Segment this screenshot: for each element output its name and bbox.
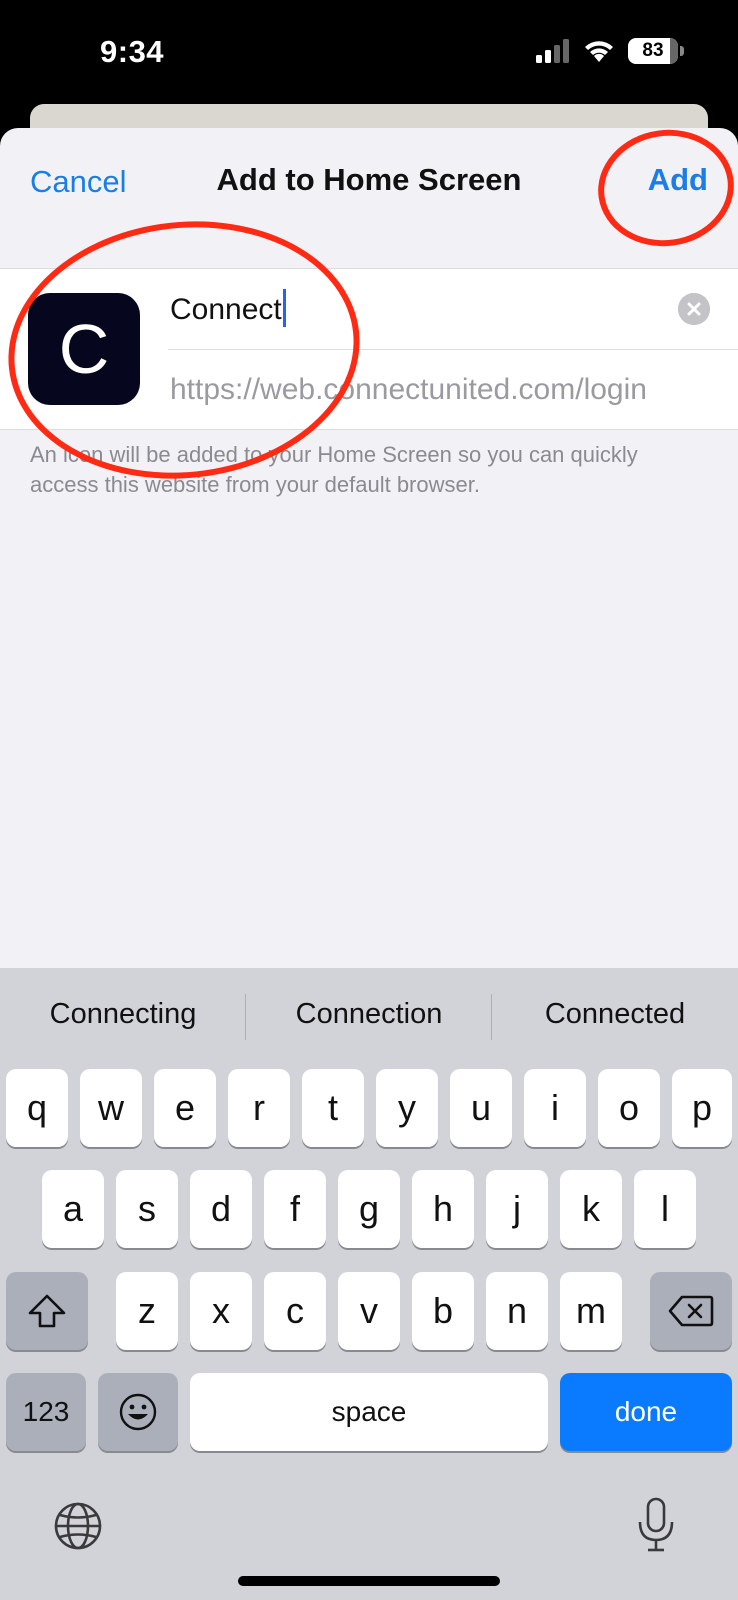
suggestion-item[interactable]: Connecting xyxy=(3,998,243,1031)
suggestion-item[interactable]: Connection xyxy=(249,998,489,1031)
status-bar: 9:34 83 xyxy=(0,0,738,104)
key-z[interactable]: z xyxy=(116,1272,178,1350)
key-y[interactable]: y xyxy=(376,1069,438,1147)
key-d[interactable]: d xyxy=(190,1170,252,1248)
suggestion-divider xyxy=(491,994,492,1040)
keyboard: Connecting Connection Connected q w e r … xyxy=(0,968,738,1600)
key-a[interactable]: a xyxy=(42,1170,104,1248)
key-o[interactable]: o xyxy=(598,1069,660,1147)
backspace-icon xyxy=(668,1295,714,1327)
shortcut-card: C Connect https://web.connectunited.com/… xyxy=(0,268,738,430)
key-t[interactable]: t xyxy=(302,1069,364,1147)
key-x[interactable]: x xyxy=(190,1272,252,1350)
key-w[interactable]: w xyxy=(80,1069,142,1147)
key-f[interactable]: f xyxy=(264,1170,326,1248)
wifi-icon xyxy=(585,41,613,62)
name-value: Connect xyxy=(170,293,282,326)
numbers-key[interactable]: 123 xyxy=(6,1373,86,1451)
key-l[interactable]: l xyxy=(634,1170,696,1248)
hint-text: An icon will be added to your Home Scree… xyxy=(30,442,638,497)
status-time: 9:34 xyxy=(100,34,165,69)
sheet-nav-bar: Cancel Add to Home Screen Add xyxy=(0,128,738,268)
clear-text-button[interactable] xyxy=(678,293,710,325)
key-r[interactable]: r xyxy=(228,1069,290,1147)
key-j[interactable]: j xyxy=(486,1170,548,1248)
suggestion-item[interactable]: Connected xyxy=(495,998,735,1031)
key-n[interactable]: n xyxy=(486,1272,548,1350)
key-b[interactable]: b xyxy=(412,1272,474,1350)
app-icon: C xyxy=(28,293,140,405)
done-key[interactable]: done xyxy=(560,1373,732,1451)
key-s[interactable]: s xyxy=(116,1170,178,1248)
sheet-title: Add to Home Screen xyxy=(216,162,522,197)
battery-icon: 83 xyxy=(628,38,684,64)
key-k[interactable]: k xyxy=(560,1170,622,1248)
name-input[interactable]: Connect xyxy=(170,289,286,327)
key-v[interactable]: v xyxy=(338,1272,400,1350)
text-caret xyxy=(282,289,286,327)
suggestion-divider xyxy=(245,994,246,1040)
key-m[interactable]: m xyxy=(560,1272,622,1350)
cellular-signal-icon xyxy=(536,39,569,63)
key-c[interactable]: c xyxy=(264,1272,326,1350)
microphone-icon[interactable] xyxy=(634,1496,678,1554)
key-p[interactable]: p xyxy=(672,1069,732,1147)
home-indicator xyxy=(238,1576,500,1586)
shift-key[interactable] xyxy=(6,1272,88,1350)
url-text: https://web.connectunited.com/login xyxy=(170,373,647,406)
close-icon xyxy=(678,293,710,325)
name-field-row: Connect xyxy=(168,269,738,350)
space-key[interactable]: space xyxy=(190,1373,548,1451)
globe-icon[interactable] xyxy=(52,1500,104,1552)
backspace-key[interactable] xyxy=(650,1272,732,1350)
status-icons: 83 xyxy=(536,38,684,64)
emoji-key[interactable] xyxy=(98,1373,178,1451)
battery-level: 83 xyxy=(642,40,664,61)
key-e[interactable]: e xyxy=(154,1069,216,1147)
suggestion-bar: Connecting Connection Connected xyxy=(0,968,738,1060)
key-u[interactable]: u xyxy=(450,1069,512,1147)
shift-arrow-icon xyxy=(28,1294,66,1328)
add-button[interactable]: Add xyxy=(648,162,708,198)
key-g[interactable]: g xyxy=(338,1170,400,1248)
key-i[interactable]: i xyxy=(524,1069,586,1147)
key-h[interactable]: h xyxy=(412,1170,474,1248)
emoji-icon xyxy=(119,1393,157,1431)
key-q[interactable]: q xyxy=(6,1069,68,1147)
app-icon-letter: C xyxy=(58,310,110,388)
